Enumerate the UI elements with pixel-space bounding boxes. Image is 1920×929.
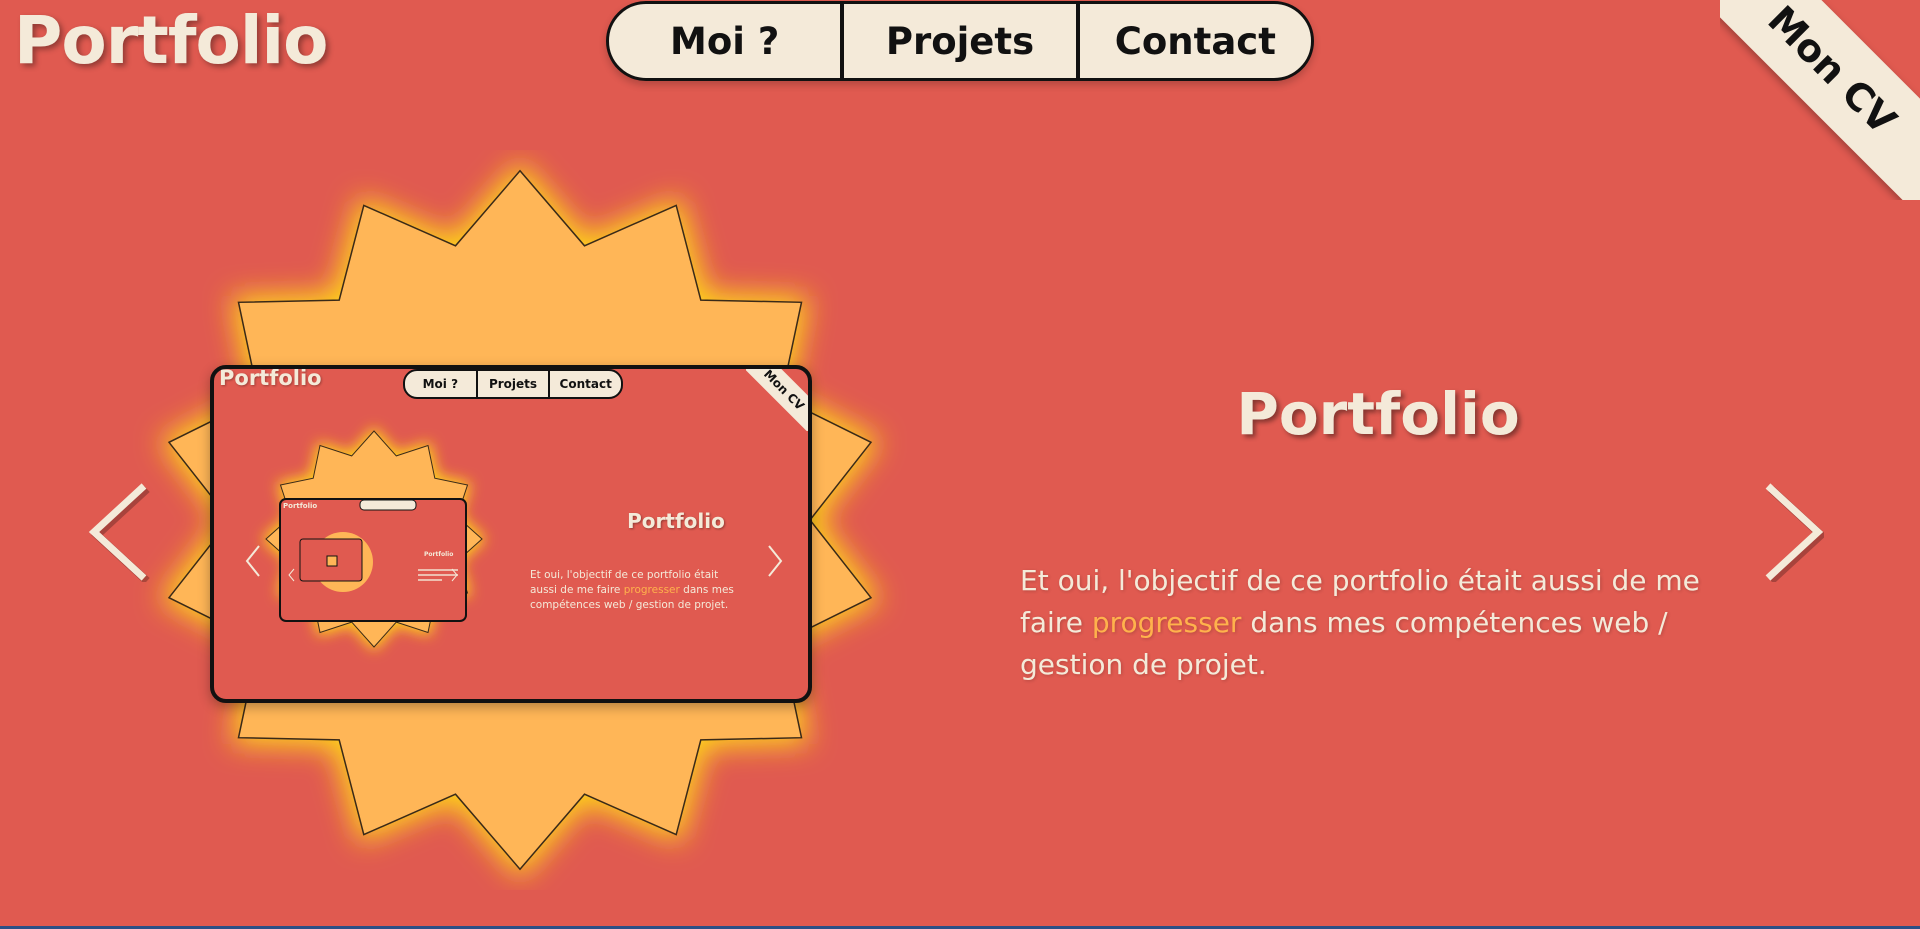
preview-starburst: Portfolio Portfolio	[245, 427, 783, 651]
main-nav: Moi ? Projets Contact	[606, 1, 1314, 81]
preview-title: Portfolio	[627, 509, 725, 533]
nav-projets-button[interactable]: Projets	[844, 4, 1080, 78]
svg-text:Portfolio: Portfolio	[283, 502, 317, 510]
preview-nav: Moi ? Projets Contact	[403, 369, 623, 399]
site-logo[interactable]: Portfolio	[14, 2, 328, 79]
svg-text:Portfolio: Portfolio	[424, 551, 453, 558]
preview-ribbon-wrap: Mon CV	[746, 369, 808, 431]
project-desc-highlight: progresser	[1091, 606, 1242, 639]
preview-nav-moi: Moi ?	[405, 371, 478, 397]
chevron-right-icon	[1765, 483, 1824, 582]
project-description: Et oui, l'objectif de ce portfolio était…	[1020, 560, 1720, 686]
cv-ribbon-button[interactable]: Mon CV	[1720, 0, 1920, 200]
project-title: Portfolio	[1236, 380, 1520, 448]
preview-nav-contact: Contact	[559, 377, 612, 391]
preview-logo: Portfolio	[219, 366, 322, 390]
project-preview-image: Portfolio Portfolio Portfolio Moi ? Proj…	[210, 365, 812, 703]
nav-contact-button[interactable]: Contact	[1080, 4, 1311, 78]
carousel-next-button[interactable]	[1762, 482, 1824, 582]
preview-desc-highlight: progresser	[623, 584, 680, 596]
preview-nav-projets: Projets	[478, 371, 551, 397]
cv-ribbon-wrap: Mon CV	[1720, 0, 1920, 200]
nav-moi-button[interactable]: Moi ?	[609, 4, 845, 78]
preview-description: Et oui, l'objectif de ce portfolio était…	[530, 568, 744, 613]
preview-cv-ribbon: Mon CV	[746, 369, 808, 431]
